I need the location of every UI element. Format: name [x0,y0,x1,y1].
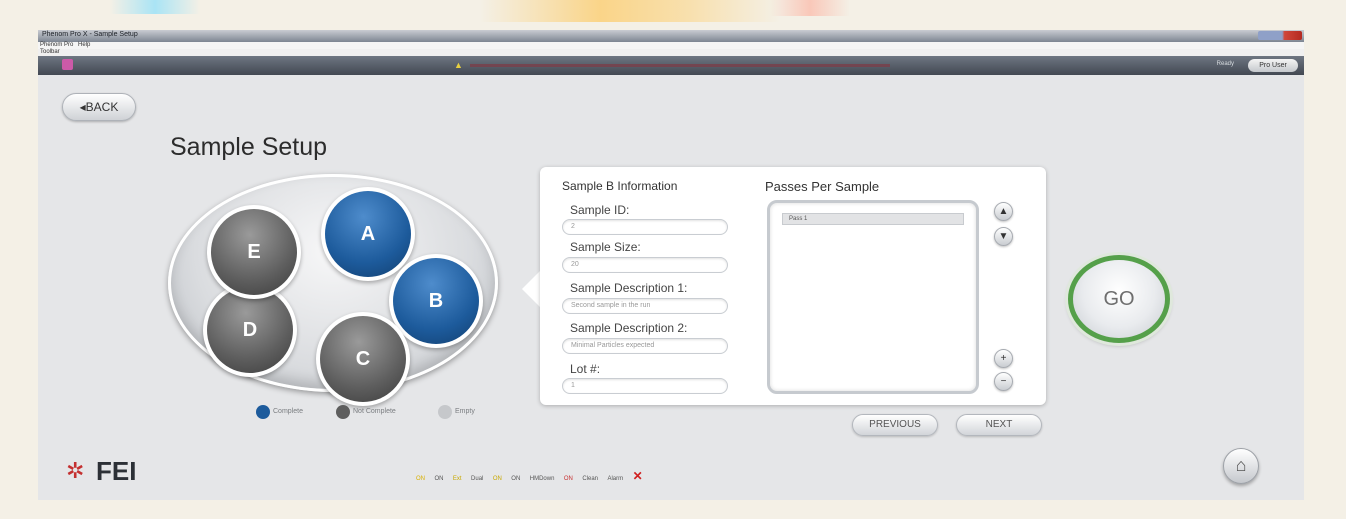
status-item: ON [563,476,573,482]
sample-carousel: A B C D E [168,174,498,406]
logo-text: FEI [96,456,137,486]
not-complete-dot-icon [336,405,350,419]
status-item: HMDown [529,476,555,482]
page-title: Sample Setup [170,133,328,161]
slot-label: E [211,209,297,295]
legend-label: Complete [273,408,303,415]
toolbar-label: Toolbar [40,49,60,55]
decorative-glow [480,0,780,22]
slot-c[interactable]: C [316,312,410,406]
warning-icon: ▲ [454,60,463,70]
legend-label: Not Complete [353,408,396,415]
lot-number-label: Lot #: [570,362,601,376]
status-message [470,64,890,67]
sample-id-field[interactable]: 2 [562,219,728,235]
complete-dot-icon [256,405,270,419]
sample-info-heading: Sample B Information [562,179,678,193]
slot-label: A [325,191,411,277]
sample-size-label: Sample Size: [570,240,641,254]
status-item: Ext [452,476,462,482]
decorative-glow [770,0,850,16]
menu-item-phenom-pro[interactable]: Phenom Pro [40,42,73,49]
title-bar: Phenom Pro X - Sample Setup [38,30,1304,42]
slot-e[interactable]: E [207,205,301,299]
go-button[interactable]: GO [1068,255,1170,343]
remove-pass-icon[interactable]: − [994,372,1013,391]
slot-label: C [320,316,406,402]
sample-description-1-label: Sample Description 1: [570,281,688,295]
passes-heading: Passes Per Sample [765,179,880,194]
status-item: ON [511,476,521,482]
empty-dot-icon [438,405,452,419]
home-button[interactable]: ⌂ [1223,448,1259,484]
decorative-glow [110,0,200,14]
status-header: ▲ Ready Pro User [38,56,1304,75]
back-button[interactable]: ◂BACK [62,93,136,121]
slot-label: D [207,287,293,373]
window-controls[interactable] [1258,31,1302,40]
sample-size-field[interactable]: 20 [562,257,728,273]
slot-label: B [393,258,479,344]
sample-description-2-field[interactable]: Minimal Particles expected [562,338,728,354]
lot-number-field[interactable]: 1 [562,378,728,394]
status-item: ON [434,476,444,482]
menu-bar: Phenom Pro Help [38,42,1304,49]
sample-description-1-field[interactable]: Second sample in the run [562,298,728,314]
status-bar: ON ON Ext Dual ON ON HMDown ON Clean Ala… [416,467,648,483]
sample-id-label: Sample ID: [570,203,630,217]
toolbar-row: Toolbar [38,49,1304,56]
passes-list[interactable]: Pass 1 [767,200,979,394]
status-item: ON [416,476,425,482]
legend-label: Empty [455,408,475,415]
panel-pointer [522,269,542,309]
status-item: ON [492,476,502,482]
home-icon: ⌂ [1235,455,1247,475]
sample-description-2-label: Sample Description 2: [570,321,688,335]
ready-text: Ready [1216,61,1234,67]
user-button[interactable]: Pro User [1248,59,1298,72]
move-up-icon[interactable]: ▲ [994,202,1013,221]
window-title: Phenom Pro X - Sample Setup [42,31,138,38]
fei-logo-icon: ✲ [66,458,85,483]
status-item: Alarm [607,476,624,482]
rss-icon[interactable] [62,59,73,70]
menu-item-help[interactable]: Help [78,42,90,49]
slot-a[interactable]: A [321,187,415,281]
sample-info-panel: Sample B Information Sample ID: 2 Sample… [540,167,1046,405]
app-window: Phenom Pro X - Sample Setup Phenom Pro H… [38,30,1304,500]
close-icon[interactable]: ✕ [633,469,643,483]
next-button[interactable]: NEXT [956,414,1042,436]
move-down-icon[interactable]: ▼ [994,227,1013,246]
list-item[interactable]: Pass 1 [782,213,964,225]
status-item: Clean [582,476,598,482]
add-pass-icon[interactable]: + [994,349,1013,368]
previous-button[interactable]: PREVIOUS [852,414,938,436]
status-item: Dual [471,476,484,482]
